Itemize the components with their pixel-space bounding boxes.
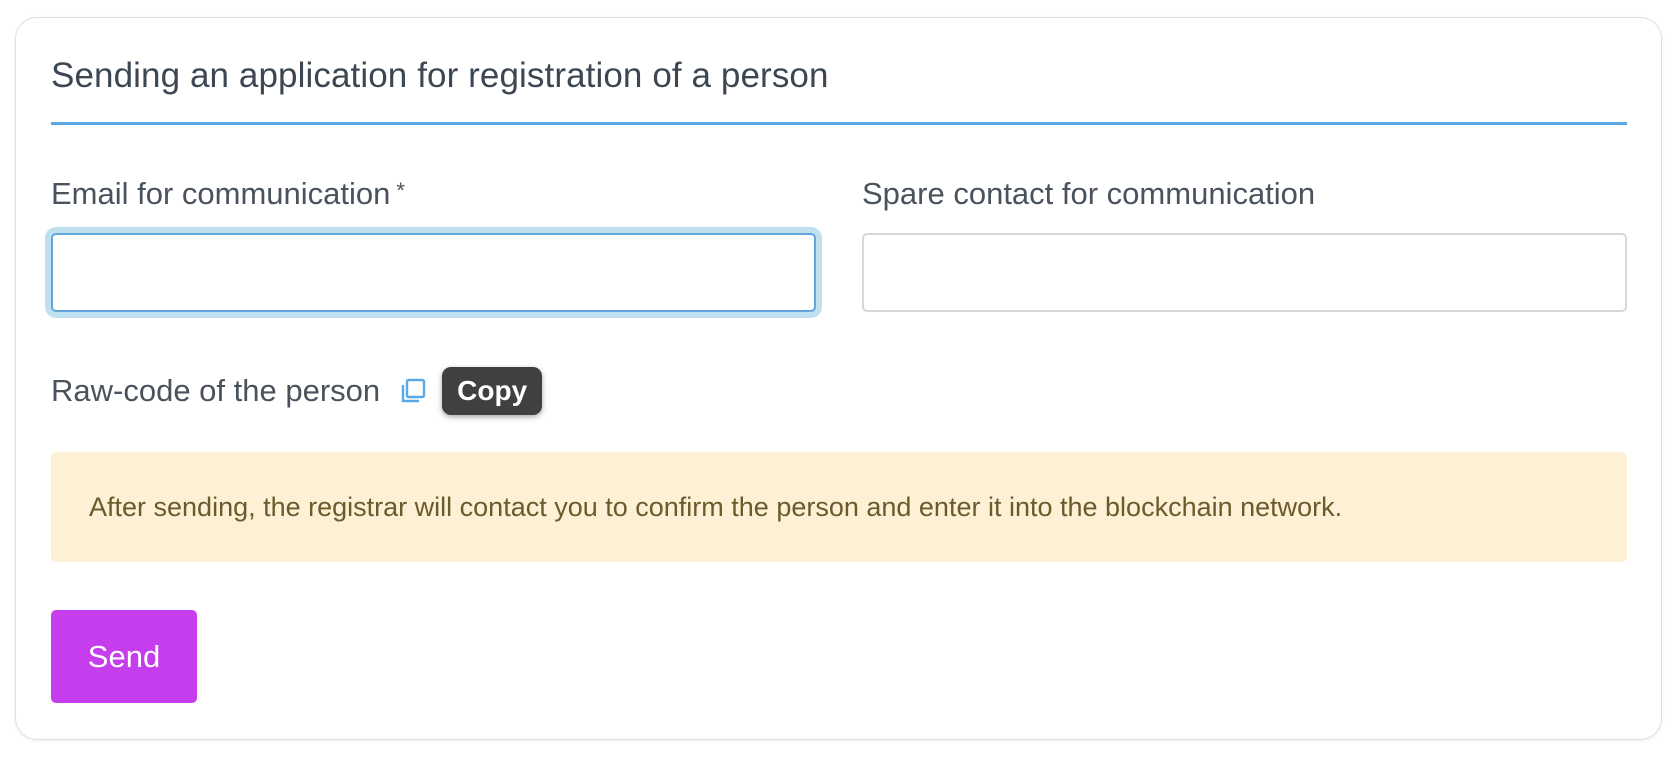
- info-notice: After sending, the registrar will contac…: [51, 452, 1627, 562]
- copy-tooltip: Copy: [442, 367, 543, 415]
- title-divider: [51, 122, 1627, 125]
- spare-contact-label: Spare contact for communication: [862, 176, 1316, 211]
- copy-icon[interactable]: [398, 376, 428, 406]
- email-label-text: Email for communication: [51, 176, 391, 211]
- raw-code-label: Raw-code of the person: [51, 373, 381, 408]
- email-input[interactable]: [51, 233, 816, 312]
- registration-form-card: Sending an application for registration …: [15, 17, 1662, 740]
- raw-code-row: Raw-code of the person Copy: [51, 366, 543, 416]
- email-field-label: Email for communication *: [51, 176, 405, 212]
- send-button[interactable]: Send: [51, 610, 197, 703]
- required-marker: *: [396, 178, 405, 203]
- form-title: Sending an application for registration …: [51, 56, 829, 95]
- spare-contact-input[interactable]: [862, 233, 1627, 312]
